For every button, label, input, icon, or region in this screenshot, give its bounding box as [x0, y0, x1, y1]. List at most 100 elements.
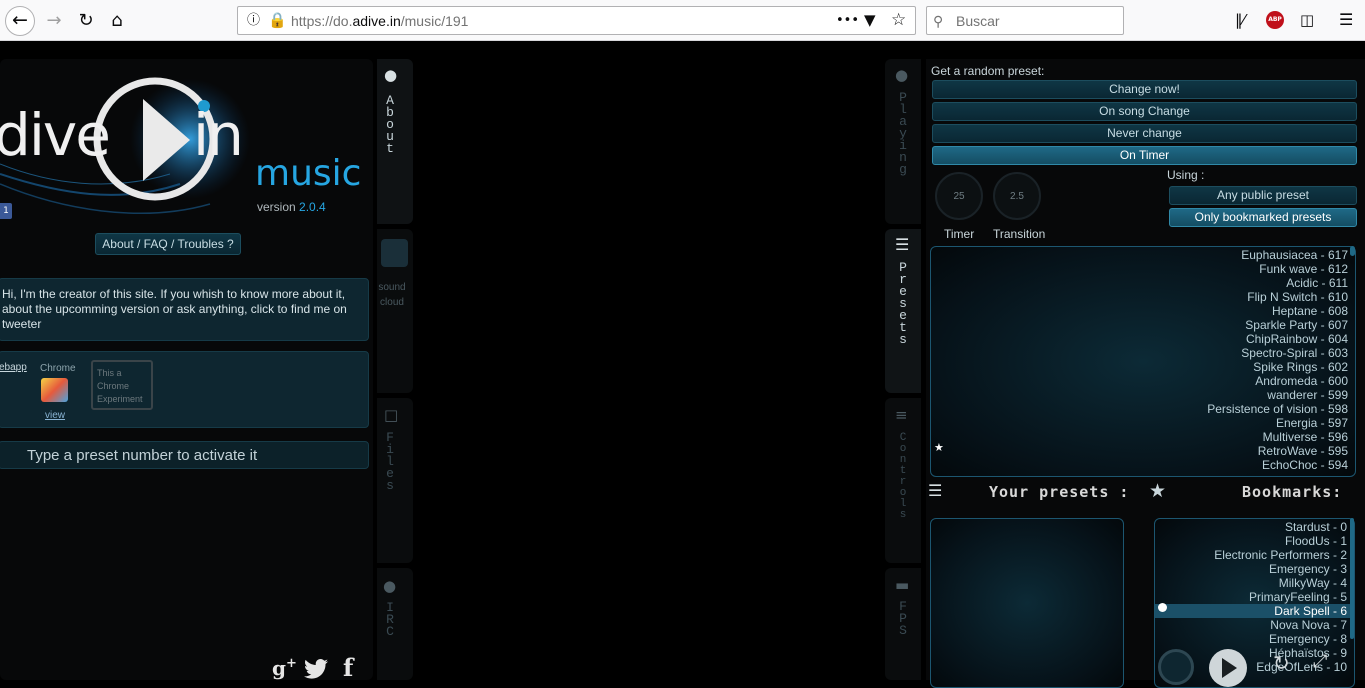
tab-fps-label: FPS [899, 599, 907, 638]
google-plus-icon[interactable]: g+ [272, 656, 297, 680]
speech-bubble-icon: ● [384, 66, 398, 84]
tab-controls-label: Controls [899, 432, 907, 521]
play-button[interactable] [1209, 649, 1247, 687]
timer-knob[interactable]: 25 [935, 172, 983, 220]
pocket-icon[interactable]: ▼ [864, 12, 876, 28]
preset-list-item[interactable]: Spectro-Spiral - 603 [931, 346, 1355, 360]
tab-about[interactable]: ● About [377, 59, 413, 224]
library-icon[interactable]: ‖⁄ [1235, 12, 1245, 28]
preset-list-item[interactable]: Heptane - 608 [931, 304, 1355, 318]
fullscreen-icon[interactable]: ⤢ [1313, 651, 1327, 672]
preset-list-item[interactable]: RetroWave - 595 [931, 444, 1355, 458]
social-badge[interactable]: 1 [0, 203, 12, 219]
view-link[interactable]: view [45, 410, 65, 421]
tab-fps[interactable]: ▬ FPS [885, 568, 921, 680]
soundcloud-icon [381, 239, 408, 267]
tab-about-label: About [386, 93, 394, 156]
random-preset-title: Get a random preset: [931, 64, 1045, 78]
bookmark-list-item[interactable]: Dark Spell - 6 [1155, 604, 1354, 618]
any-public-preset-button[interactable]: Any public preset [1169, 186, 1357, 205]
only-bookmarked-button[interactable]: Only bookmarked presets [1169, 208, 1357, 227]
your-presets-label: Your presets : [989, 483, 1130, 501]
preset-list-item[interactable]: Funk wave - 612 [931, 262, 1355, 276]
preset-list-item[interactable]: Spike Rings - 602 [931, 360, 1355, 374]
on-song-change-button[interactable]: On song Change [932, 102, 1357, 121]
bookmarks-scrollbar[interactable] [1350, 518, 1354, 639]
preset-number-input[interactable]: Type a preset number to activate it [0, 441, 369, 469]
tab-files[interactable]: □ Files [377, 398, 413, 563]
about-faq-button[interactable]: About / FAQ / Troubles ? [95, 233, 241, 255]
preset-list-item[interactable]: Multiverse - 596 [931, 430, 1355, 444]
preset-list-item[interactable]: EchoChoc - 594 [931, 458, 1355, 472]
bookmark-list-item[interactable]: MilkyWay - 4 [1155, 576, 1354, 590]
search-icon: ⚲ [933, 13, 944, 29]
creator-box[interactable]: Hi, I'm the creator of this site. If you… [0, 278, 369, 341]
tab-controls[interactable]: ≡ Controls [885, 398, 921, 563]
your-presets-list-icon[interactable]: ☰ [928, 481, 942, 500]
twitter-icon[interactable] [303, 659, 329, 679]
remove-bookmark-icon[interactable] [1158, 603, 1167, 612]
tab-playing-label: Playing [899, 90, 907, 177]
presets-scrollbar[interactable] [1350, 246, 1355, 256]
bookmark-list-item[interactable]: Emergency - 8 [1155, 632, 1354, 646]
on-timer-button[interactable]: On Timer [932, 146, 1357, 165]
tab-playing[interactable]: ● Playing [885, 59, 921, 224]
menu-icon[interactable]: ☰ [1339, 12, 1353, 28]
facebook-icon[interactable]: f [343, 653, 353, 682]
bookmark-list-item[interactable]: Nova Nova - 7 [1155, 618, 1354, 632]
preset-list-item[interactable]: Sparkle Party - 607 [931, 318, 1355, 332]
bookmark-list-item[interactable]: Stardust - 0 [1155, 520, 1354, 534]
preset-list-item[interactable]: Andromeda - 600 [931, 374, 1355, 388]
refresh-icon[interactable]: ↻ [1273, 651, 1290, 675]
search-bar[interactable]: ⚲ Buscar [926, 6, 1124, 35]
presets-list[interactable]: Euphausiacea - 617 Funk wave - 612 Acidic … [930, 246, 1356, 477]
home-button[interactable]: ⌂ [104, 8, 130, 34]
info-icon[interactable]: ⓘ [247, 13, 260, 29]
browser-toolbar: ← → ↻ ⌂ ⓘ 🔒 https://do.adive.in/music/19… [0, 0, 1365, 41]
star-icon[interactable]: ★ [1149, 480, 1166, 502]
transition-label: Transition [993, 227, 1046, 241]
preset-list-item[interactable]: Flip N Switch - 610 [931, 290, 1355, 304]
right-panel: Get a random preset: Change now! On song… [926, 59, 1365, 688]
tab-irc[interactable]: ● IRC [377, 568, 413, 680]
tab-soundcloud[interactable]: sound cloud [377, 229, 413, 393]
bookmark-list-item[interactable]: Emergency - 3 [1155, 562, 1354, 576]
preset-list-item[interactable]: ChipRainbow - 604 [931, 332, 1355, 346]
reload-button[interactable]: ↻ [73, 8, 99, 34]
preset-list-item[interactable]: Euphausiacea - 617 [931, 248, 1355, 262]
lock-icon: 🔒 [268, 11, 287, 29]
speech-bubble-icon: ● [895, 66, 909, 84]
timer-label: Timer [944, 227, 975, 241]
chrome-store-icon[interactable] [41, 378, 68, 402]
bookmark-star-icon[interactable]: ★ [934, 441, 944, 454]
your-presets-list[interactable] [930, 518, 1124, 688]
using-label: Using : [1167, 168, 1205, 182]
sidebar-icon[interactable]: ◫ [1300, 12, 1314, 28]
back-button[interactable]: ← [5, 6, 35, 36]
page-actions-icon[interactable]: ••• [836, 13, 859, 29]
preset-list-item[interactable]: Energia - 597 [931, 416, 1355, 430]
webapp-label[interactable]: ebapp [0, 362, 27, 373]
bookmark-star-icon[interactable]: ☆ [891, 12, 906, 29]
preset-list-item[interactable]: Persistence of vision - 598 [931, 402, 1355, 416]
adblock-icon[interactable]: ABP [1266, 11, 1284, 29]
logo-music: music [255, 153, 362, 194]
creator-text: Hi, I'm the creator of this site. If you… [2, 287, 347, 331]
preset-list-item[interactable]: wanderer - 599 [931, 388, 1355, 402]
tab-files-label: Files [386, 430, 394, 493]
logo-in: in [193, 101, 244, 169]
bookmark-list-item[interactable]: Electronic Performers - 2 [1155, 548, 1354, 562]
bookmark-list-item[interactable]: FloodUs - 1 [1155, 534, 1354, 548]
change-now-button[interactable]: Change now! [932, 80, 1357, 99]
url-bar[interactable]: ⓘ 🔒 https://do.adive.in/music/191 ••• ▼ … [237, 6, 916, 35]
never-change-button[interactable]: Never change [932, 124, 1357, 143]
transition-value: 2.5 [1010, 191, 1024, 202]
chrome-experiment-badge[interactable]: This a Chrome Experiment [91, 360, 153, 410]
bookmark-list-item[interactable]: PrimaryFeeling - 5 [1155, 590, 1354, 604]
preset-input-placeholder: Type a preset number to activate it [27, 447, 258, 464]
version: version 2.0.4 [257, 200, 326, 214]
tab-presets[interactable]: ☰ Presets [885, 229, 921, 393]
transition-knob[interactable]: 2.5 [993, 172, 1041, 220]
preset-list-item[interactable]: Acidic - 611 [931, 276, 1355, 290]
forward-button[interactable]: → [41, 8, 67, 34]
